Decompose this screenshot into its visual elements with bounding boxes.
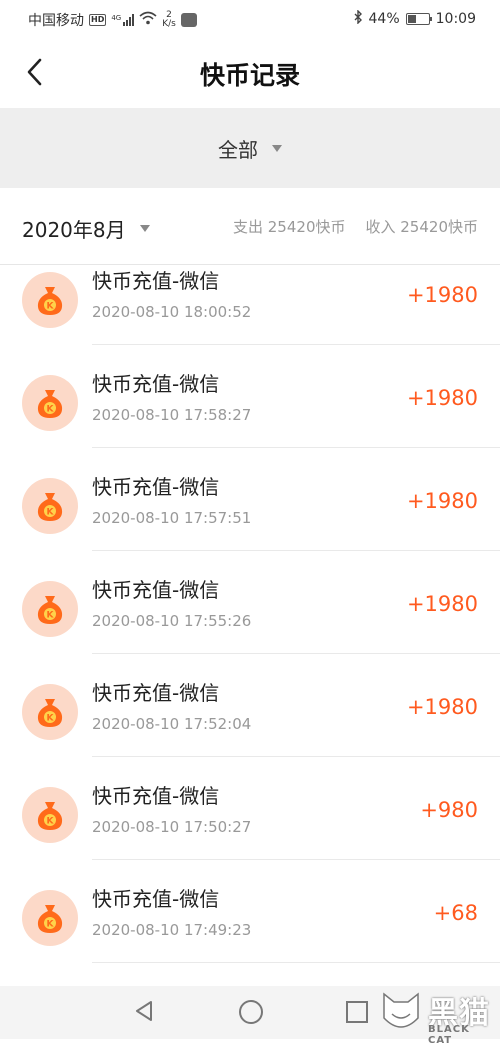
record-row[interactable]: K 快币充值-微信 2020-08-10 17:58:27 +1980 bbox=[0, 345, 500, 448]
coin-bag-icon: K bbox=[22, 787, 78, 843]
svg-text:K: K bbox=[47, 817, 55, 827]
app-notification-icon bbox=[180, 13, 197, 27]
battery-icon bbox=[405, 13, 432, 25]
record-amount: +1980 bbox=[406, 489, 478, 513]
record-title: 快币充值-微信 bbox=[92, 372, 220, 396]
record-time: 2020-08-10 17:57:51 bbox=[92, 509, 252, 527]
coin-bag-icon: K bbox=[22, 581, 78, 637]
record-row[interactable]: K 快币充值-微信 2020-08-10 17:50:27 +980 bbox=[0, 757, 500, 860]
record-amount: +1980 bbox=[406, 695, 478, 719]
record-row[interactable]: K 快币充值-微信 2020-08-10 17:52:04 +1980 bbox=[0, 654, 500, 757]
record-title: 快币充值-微信 bbox=[92, 784, 220, 808]
record-title: 快币充值-微信 bbox=[92, 887, 220, 911]
record-amount: +1980 bbox=[406, 592, 478, 616]
svg-text:K: K bbox=[47, 714, 55, 724]
signal-icon: 4G bbox=[111, 14, 135, 26]
record-amount: +1980 bbox=[406, 283, 478, 307]
watermark-subtext: BLACK CAT bbox=[428, 1024, 470, 1046]
income-total: 收入 25420快币 bbox=[365, 218, 479, 236]
filter-bar: 全部 bbox=[0, 108, 500, 188]
svg-text:K: K bbox=[47, 405, 55, 415]
caret-down-icon bbox=[139, 225, 150, 232]
month-label: 2020年8月 bbox=[22, 218, 126, 242]
svg-text:K: K bbox=[47, 611, 55, 621]
bluetooth-icon bbox=[353, 9, 363, 28]
coin-bag-icon: K bbox=[22, 272, 78, 328]
record-time: 2020-08-10 18:00:52 bbox=[92, 303, 252, 321]
system-back-icon[interactable] bbox=[134, 1000, 154, 1022]
records-list[interactable]: K 快币充值-微信 2020-08-10 18:00:52 +1980 K 快币充值-微信… bbox=[0, 264, 500, 986]
black-cat-watermark: 黑猫 BLACK CAT bbox=[378, 988, 498, 1046]
cat-logo-icon bbox=[383, 992, 419, 1028]
record-time: 2020-08-10 17:52:04 bbox=[92, 715, 252, 733]
battery-percent: 44% bbox=[368, 11, 400, 27]
carrier-name: 中国移动 bbox=[28, 13, 84, 29]
system-recents-icon[interactable] bbox=[346, 1001, 368, 1023]
clock: 10:09 bbox=[435, 11, 476, 27]
record-time: 2020-08-10 17:58:27 bbox=[92, 406, 252, 424]
month-summary-bar: 2020年8月 支出 25420快币 收入 25420快币 bbox=[0, 188, 500, 265]
svg-text:K: K bbox=[47, 302, 55, 312]
record-title: 快币充值-微信 bbox=[92, 681, 220, 705]
month-picker[interactable]: 2020年8月 bbox=[22, 214, 150, 243]
coin-bag-icon: K bbox=[22, 478, 78, 534]
record-row[interactable]: K 快币充值-微信 2020-08-10 17:57:51 +1980 bbox=[0, 448, 500, 551]
record-title: 快币充值-微信 bbox=[92, 269, 220, 293]
record-amount: +68 bbox=[433, 901, 478, 925]
caret-down-icon bbox=[272, 144, 282, 152]
record-title: 快币充值-微信 bbox=[92, 578, 220, 602]
record-time: 2020-08-10 17:50:27 bbox=[92, 818, 252, 836]
status-bar: 中国移动 HD 4G 2 K/s 44% 10:09 bbox=[0, 0, 500, 38]
record-time: 2020-08-10 17:55:26 bbox=[92, 612, 252, 630]
svg-text:K: K bbox=[47, 920, 55, 930]
filter-label: 全部 bbox=[218, 137, 258, 162]
record-amount: +980 bbox=[420, 798, 478, 822]
record-title: 快币充值-微信 bbox=[92, 475, 220, 499]
record-row[interactable]: K 快币充值-微信 2020-08-10 17:55:26 +1980 bbox=[0, 551, 500, 654]
record-row[interactable]: K 快币充值-微信 2020-08-10 18:00:52 +1980 bbox=[0, 264, 500, 345]
record-row[interactable]: K 快币充值-微信 2020-08-10 17:49:23 +68 bbox=[0, 860, 500, 963]
coin-bag-icon: K bbox=[22, 684, 78, 740]
page-title: 快币记录 bbox=[199, 61, 300, 90]
coin-bag-icon: K bbox=[22, 375, 78, 431]
record-amount: +1980 bbox=[406, 386, 478, 410]
summary-totals: 支出 25420快币 收入 25420快币 bbox=[233, 216, 478, 237]
coin-bag-icon: K bbox=[22, 890, 78, 946]
hd-badge: HD bbox=[89, 14, 107, 26]
nav-bar: 快币记录 bbox=[0, 38, 500, 106]
type-filter-dropdown[interactable]: 全部 bbox=[0, 130, 500, 166]
wifi-icon bbox=[139, 11, 157, 29]
expense-total: 支出 25420快币 bbox=[233, 218, 346, 236]
svg-text:K: K bbox=[47, 508, 55, 518]
record-time: 2020-08-10 17:49:23 bbox=[92, 921, 252, 939]
network-speed: 2 K/s bbox=[162, 10, 176, 29]
network-type: 4G bbox=[111, 14, 122, 22]
system-home-icon[interactable] bbox=[239, 1000, 263, 1024]
